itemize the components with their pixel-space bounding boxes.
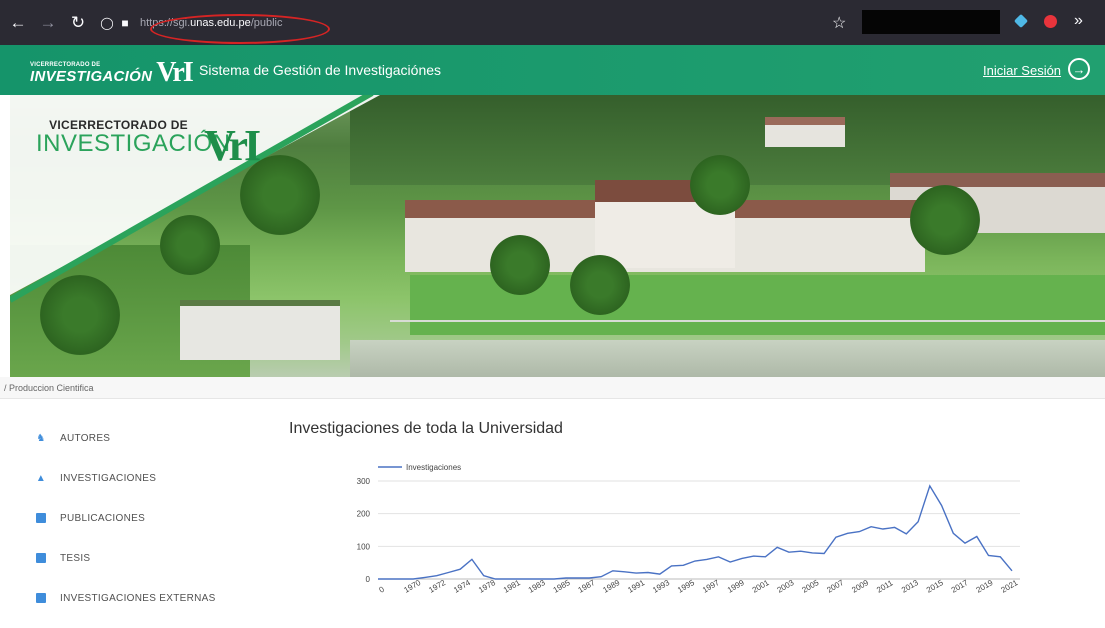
x-tick-label: 1991	[626, 578, 646, 595]
site-title: Sistema de Gestión de Investigaciónes	[199, 62, 442, 78]
banner-logo-bottom: INVESTIGACIÓN	[36, 130, 231, 157]
sidebar-item-investigaciones[interactable]: ▲ INVESTIGACIONES	[36, 468, 256, 488]
x-tick-label: 1999	[726, 578, 746, 595]
header-logo[interactable]: VICERRECTORADO DE INVESTIGACIÓN VrI	[30, 57, 194, 89]
login-link[interactable]: Iniciar Sesión	[983, 63, 1061, 78]
x-tick-label: 2009	[850, 578, 870, 595]
legend-label: Investigaciones	[406, 463, 461, 472]
sidebar-item-publicaciones[interactable]: PUBLICACIONES	[36, 508, 256, 528]
banner-logo-mark: VrI	[204, 121, 261, 170]
extension-icon[interactable]	[1044, 15, 1057, 28]
sidebar-item-label: AUTORES	[60, 432, 111, 444]
y-tick-label: 300	[357, 477, 371, 486]
x-tick-label: 1995	[676, 578, 696, 595]
x-tick-label: 1989	[601, 578, 621, 595]
x-tick-label: 1987	[577, 578, 597, 595]
reload-icon[interactable]: ↻	[66, 11, 90, 35]
x-tick-label: 1972	[427, 578, 447, 595]
sidebar-item-label: INVESTIGACIONES EXTERNAS	[60, 592, 216, 604]
book-icon	[36, 553, 46, 563]
investigaciones-line-chart: 0 100 200 300 Investigaciones 0 1970 1972 1974 19…	[357, 463, 1020, 595]
sidebar-item-investigaciones-externas[interactable]: INVESTIGACIONES EXTERNAS	[36, 588, 256, 608]
sidebar: ♞ AUTORES ▲ INVESTIGACIONES PUBLICACIONE…	[36, 428, 256, 628]
flask-icon: ▲	[35, 472, 47, 484]
url-annotation-circle	[150, 14, 330, 44]
x-tick-label: 2011	[875, 578, 895, 595]
x-tick-label: 2007	[825, 578, 845, 595]
x-tick-label: 2017	[950, 578, 970, 595]
x-tick-label: 0	[378, 584, 387, 594]
y-tick-label: 200	[357, 510, 371, 519]
external-icon	[36, 593, 46, 603]
x-tick-label: 1981	[502, 578, 522, 595]
breadcrumb: / Produccion Cientifica	[0, 377, 1105, 399]
logo-mark: VrI	[156, 57, 193, 88]
x-tick-label: 1983	[527, 578, 547, 595]
x-tick-label: 1985	[552, 578, 572, 595]
overflow-icon[interactable]: »	[1074, 12, 1083, 30]
x-tick-label: 2003	[776, 578, 796, 595]
x-tick-label: 1974	[452, 578, 472, 595]
star-icon[interactable]: ☆	[832, 13, 846, 33]
banner-logo: VICERRECTORADO DE INVESTIGACIÓN VrI	[36, 118, 261, 170]
redacted-area	[862, 10, 1000, 34]
sidebar-item-tesis[interactable]: TESIS	[36, 548, 256, 568]
forward-arrow-icon[interactable]: →	[36, 11, 60, 35]
users-icon: ♞	[36, 432, 46, 444]
x-tick-label: 2005	[800, 578, 820, 595]
sidebar-item-label: TESIS	[60, 552, 91, 564]
sidebar-item-autores[interactable]: ♞ AUTORES	[36, 428, 256, 448]
x-tick-label: 2013	[900, 578, 920, 595]
page-title: Investigaciones de toda la Universidad	[289, 420, 563, 437]
x-tick-label: 1970	[402, 578, 422, 595]
sidebar-item-label: INVESTIGACIONES	[60, 472, 157, 484]
lock-icon[interactable]: ■	[118, 16, 132, 30]
x-tick-label: 1993	[651, 578, 671, 595]
sidebar-item-label: PUBLICACIONES	[60, 512, 146, 524]
x-tick-label: 1978	[477, 578, 497, 595]
x-tick-label: 1997	[701, 578, 721, 595]
x-tick-label: 2019	[975, 578, 995, 595]
series-line	[378, 484, 1013, 580]
y-tick-label: 100	[357, 542, 371, 551]
logo-bottom-text: INVESTIGACIÓN	[30, 67, 153, 85]
x-tick-label: 2001	[751, 578, 771, 595]
login-icon[interactable]: →	[1068, 58, 1090, 80]
y-tick-label: 0	[366, 575, 371, 584]
document-icon	[36, 513, 46, 523]
x-tick-label: 2015	[925, 578, 945, 595]
x-tick-label: 2021	[1000, 578, 1020, 595]
shield-icon[interactable]: ◯	[100, 16, 114, 30]
back-arrow-icon[interactable]: ←	[6, 11, 30, 35]
